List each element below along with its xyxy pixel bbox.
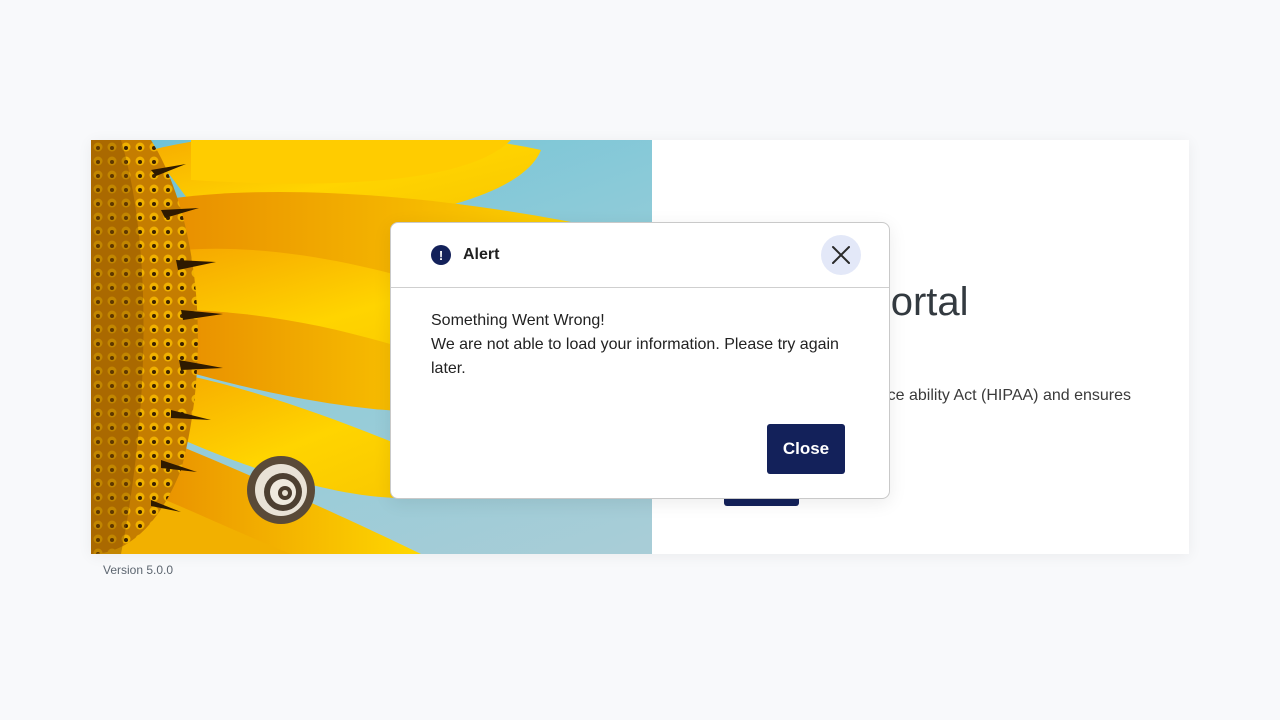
close-button[interactable]: Close — [767, 424, 845, 474]
alert-header: ! Alert — [391, 223, 889, 288]
alert-body: Something Went Wrong! We are not able to… — [391, 288, 889, 381]
alert-message-detail: We are not able to load your information… — [431, 336, 839, 377]
close-dialog-button[interactable] — [821, 235, 861, 275]
version-label: Version 5.0.0 — [103, 563, 174, 577]
alert-title: Alert — [463, 246, 500, 263]
alert-dialog: ! Alert Something Went Wrong! We are not… — [390, 222, 890, 499]
snail-shell — [247, 456, 315, 524]
close-icon — [832, 246, 850, 264]
alert-message-heading: Something Went Wrong! — [431, 312, 605, 329]
page: lans Access Portal with the Health Insur… — [0, 0, 1280, 720]
exclamation-circle-icon: ! — [431, 245, 451, 265]
